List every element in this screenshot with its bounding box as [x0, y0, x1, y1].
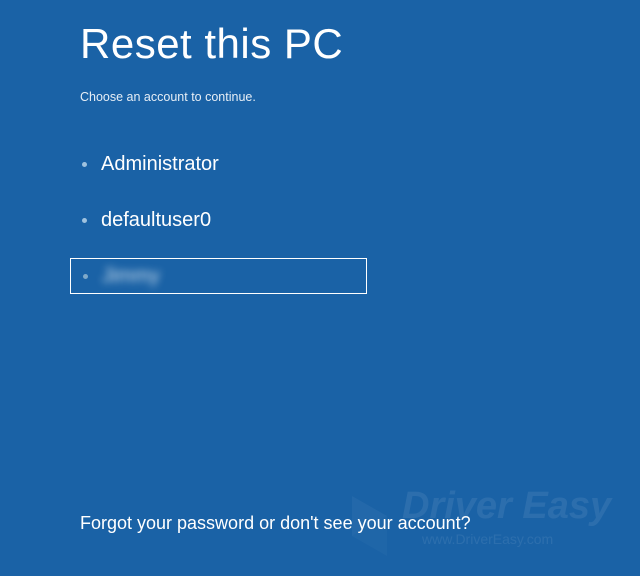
forgot-password-link[interactable]: Forgot your password or don't see your a…	[80, 513, 471, 534]
account-list: Administrator defaultuser0 Jimmy	[80, 146, 560, 294]
page-subtitle: Choose an account to continue.	[80, 90, 560, 104]
account-label: Jimmy	[102, 265, 160, 288]
account-item-defaultuser0[interactable]: defaultuser0	[70, 202, 367, 238]
account-item-administrator[interactable]: Administrator	[70, 146, 367, 182]
bullet-icon	[82, 218, 87, 223]
account-label: defaultuser0	[101, 209, 211, 232]
bullet-icon	[82, 162, 87, 167]
account-label: Administrator	[101, 153, 219, 176]
bullet-icon	[83, 274, 88, 279]
reset-pc-screen: Reset this PC Choose an account to conti…	[0, 0, 640, 576]
account-item-selected[interactable]: Jimmy	[70, 258, 367, 294]
page-title: Reset this PC	[80, 20, 560, 68]
